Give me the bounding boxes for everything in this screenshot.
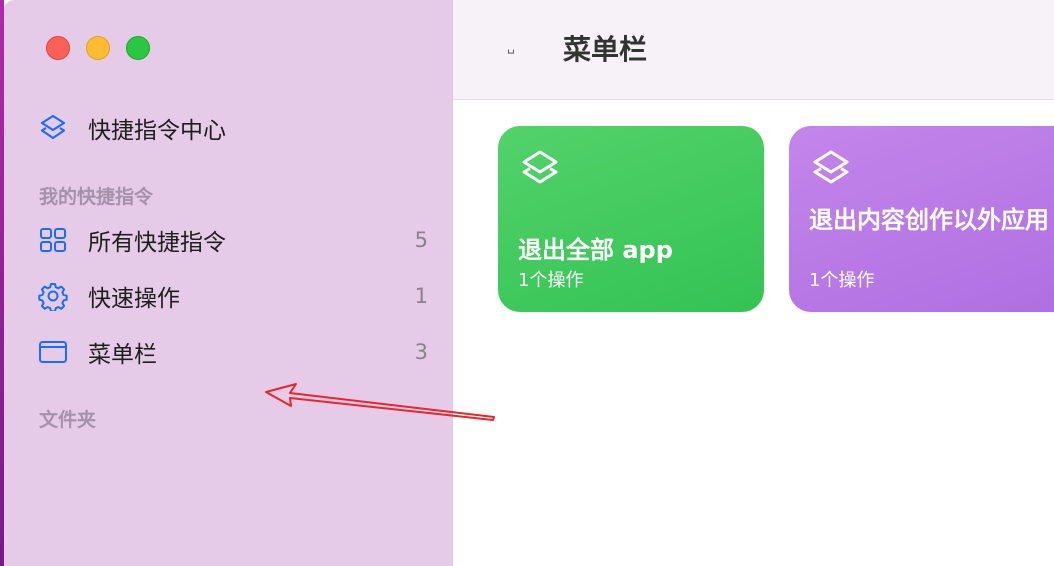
sidebar-item-menu-bar[interactable]: 菜单栏 3: [38, 332, 428, 372]
sidebar-item-label: 所有快捷指令: [88, 230, 226, 256]
layers-icon: [809, 148, 853, 192]
layers-icon: [38, 113, 68, 143]
layers-icon: [518, 148, 562, 192]
sidebar-item-count: 5: [414, 228, 428, 252]
toolbar: ␣ 菜单栏: [453, 0, 1054, 100]
grid-icon: [38, 225, 68, 255]
shortcut-card-title: 退出内容创作以外应用: [809, 206, 1049, 234]
sidebar-item-label: 快速操作: [88, 286, 180, 312]
shortcut-card-action-count: 1个操作: [809, 270, 875, 291]
sidebar-item-gallery[interactable]: 快捷指令中心: [38, 108, 428, 148]
shortcut-card-title: 退出全部 app: [518, 236, 673, 264]
zoom-button[interactable]: [126, 36, 150, 60]
main-content: ␣ 菜单栏 退出全部 app 1个操作 退出内容创作以外应用 1个操作: [453, 0, 1054, 566]
shortcut-card-quit-non-creative-apps[interactable]: 退出内容创作以外应用 1个操作: [789, 126, 1054, 312]
sidebar-item-label: 菜单栏: [88, 342, 157, 368]
section-header-folders: 文件夹: [39, 409, 97, 431]
sidebar: 快捷指令中心 我的快捷指令 所有快捷指令 5 快速操作 1 菜单栏 3 文件夹: [4, 0, 452, 566]
close-button[interactable]: [46, 36, 70, 60]
sidebar-item-all-shortcuts[interactable]: 所有快捷指令 5: [38, 220, 428, 260]
sidebar-item-count: 3: [414, 340, 428, 364]
sidebar-item-quick-actions[interactable]: 快速操作 1: [38, 276, 428, 316]
page-title: 菜单栏: [563, 33, 648, 66]
window-icon: [38, 337, 68, 367]
sidebar-item-count: 1: [414, 284, 428, 308]
sidebar-item-label: 快捷指令中心: [88, 118, 226, 144]
gear-icon: [38, 281, 68, 311]
shortcut-card-quit-all-apps[interactable]: 退出全部 app 1个操作: [498, 126, 764, 312]
sidebar-toggle-icon[interactable]: ␣: [507, 41, 517, 53]
section-header-my-shortcuts: 我的快捷指令: [39, 186, 154, 208]
shortcut-card-action-count: 1个操作: [518, 270, 584, 291]
minimize-button[interactable]: [86, 36, 110, 60]
